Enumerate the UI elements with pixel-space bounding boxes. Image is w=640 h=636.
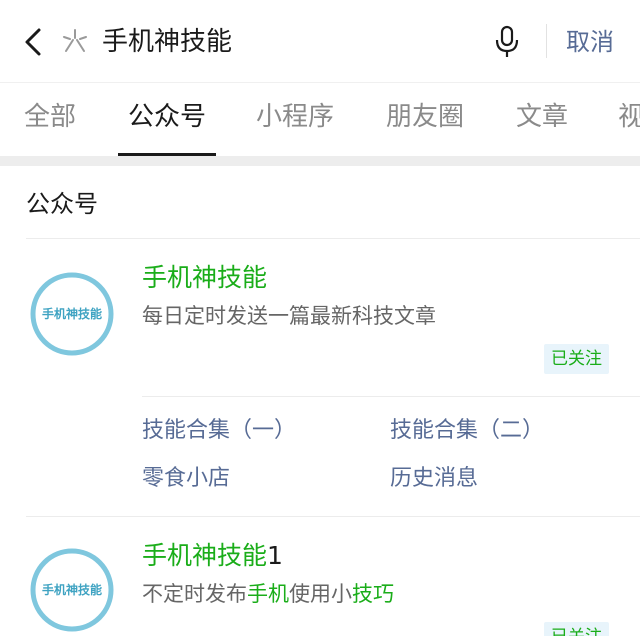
tab-moments[interactable]: 朋友圈 — [386, 97, 464, 137]
account-name-suffix: 1 — [267, 541, 283, 570]
section-divider — [0, 156, 640, 166]
tab-videos[interactable]: 视 — [618, 97, 640, 137]
account-description: 每日定时发送一篇最新科技文章 — [142, 304, 436, 328]
account-description: 不定时发布手机使用小技巧 — [142, 578, 394, 610]
avatar-text: 手机神技能 — [41, 583, 102, 597]
microphone-icon[interactable] — [494, 24, 520, 60]
account-name-match: 手机神技能 — [142, 541, 268, 570]
section-title: 公众号 — [26, 190, 98, 218]
account-avatar[interactable]: 手机神技能 — [28, 270, 116, 358]
divider — [26, 516, 640, 517]
follow-status-badge: 已关注 — [544, 622, 609, 636]
category-tabs: 全部 公众号 小程序 朋友圈 文章 视 — [0, 82, 640, 157]
divider — [546, 24, 547, 58]
follow-status-badge: 已关注 — [544, 344, 609, 374]
tab-all[interactable]: 全部 — [24, 97, 76, 137]
description-highlight: 手机 — [247, 582, 289, 606]
description-part: 使用小 — [289, 582, 352, 606]
menu-link-history[interactable]: 历史消息 — [390, 462, 478, 496]
account-name[interactable]: 手机神技能1 — [142, 538, 283, 574]
sparkle-icon — [63, 29, 87, 52]
chevron-left-icon[interactable] — [20, 24, 48, 60]
menu-link-skills-1[interactable]: 技能合集（一） — [142, 414, 296, 448]
divider — [26, 238, 640, 239]
account-avatar[interactable]: 手机神技能 — [28, 546, 116, 634]
tab-articles[interactable]: 文章 — [516, 97, 568, 137]
menu-link-skills-2[interactable]: 技能合集（二） — [390, 414, 544, 448]
search-input[interactable]: 手机神技能 — [102, 22, 232, 62]
description-highlight: 技巧 — [352, 582, 394, 606]
divider — [142, 396, 640, 397]
description-part: 不定时发布 — [142, 582, 247, 606]
tab-official-accounts[interactable]: 公众号 — [128, 97, 206, 137]
tab-mini-programs[interactable]: 小程序 — [256, 97, 334, 137]
avatar-text: 手机神技能 — [41, 307, 102, 321]
account-name[interactable]: 手机神技能 — [142, 260, 267, 296]
cancel-button[interactable]: 取消 — [566, 22, 614, 62]
menu-link-snack-shop[interactable]: 零食小店 — [142, 462, 230, 496]
search-bar: 手机神技能 取消 — [0, 0, 640, 82]
